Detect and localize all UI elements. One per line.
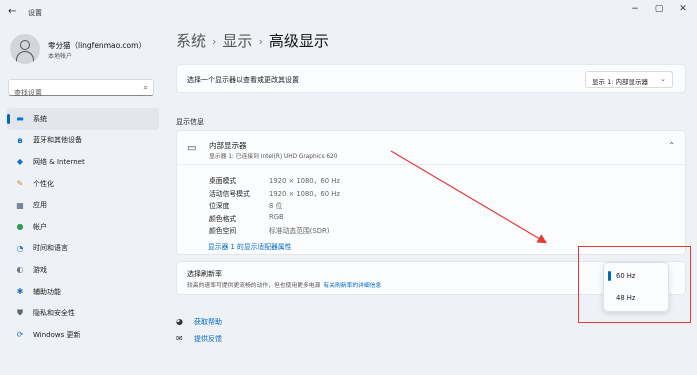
refresh-rate-description: 较高的速率可提供更流畅的动作，但也使用更多电源 有关刷新率的详细信息	[187, 280, 381, 289]
sidebar-item-label: 游戏	[33, 265, 47, 274]
sidebar-item-label: 辅助功能	[33, 287, 61, 296]
help-icon: ◕	[176, 317, 183, 326]
update-icon: ⟳	[16, 330, 24, 340]
refresh-rate-info-link[interactable]: 有关刷新率的详细信息	[323, 283, 381, 289]
sidebar-item-network[interactable]: ◆ 网络 & Internet	[7, 151, 159, 173]
display-info-header[interactable]: ▭ 内部显示器 显示器 1: 已连接到 Intel(R) UHD Graphic…	[177, 131, 685, 165]
sidebar-item-label: 个性化	[33, 179, 54, 188]
sidebar-item-personalization[interactable]: ✎ 个性化	[7, 173, 159, 195]
app-title: 设置	[28, 9, 42, 17]
sidebar-item-label: Windows 更新	[33, 330, 81, 339]
property-value: 8 位	[269, 202, 283, 210]
search-icon[interactable]: ⌕	[144, 83, 148, 93]
property-value: RGB	[269, 212, 284, 221]
sidebar-item-apps[interactable]: ▦ 应用	[7, 194, 159, 216]
display-select-value: 显示 1: 内部显示器	[592, 78, 648, 86]
globe-clock-icon: ◔	[16, 243, 24, 253]
property-name: 颜色格式	[209, 214, 237, 223]
property-row: 活动信号模式 1920 × 1080，60 Hz	[209, 188, 340, 201]
avatar-head-icon	[20, 40, 30, 50]
breadcrumb-separator: ›	[212, 35, 217, 48]
display-adapter-properties-link[interactable]: 显示器 1 的显示适配器属性	[208, 241, 291, 251]
property-name: 位深度	[209, 202, 230, 210]
display-select-dropdown[interactable]: 显示 1: 内部显示器 ⌄	[585, 71, 673, 88]
bluetooth-icon: ʙ	[17, 135, 23, 145]
title-bar: ← 设置 − ▢ ✕	[0, 0, 697, 26]
avatar	[10, 34, 40, 64]
display-selector-label: 选择一个显示器以查看或更改其设置	[187, 76, 299, 84]
property-name: 桌面模式	[209, 177, 237, 185]
display-name: 内部显示器	[209, 141, 247, 150]
accessibility-icon: ✱	[16, 287, 24, 297]
property-value: 标准动态范围(SDR)	[269, 227, 330, 235]
feedback-label: 提供反馈	[194, 334, 222, 343]
sidebar-item-system[interactable]: ▬ 系统	[7, 108, 159, 130]
sidebar-item-privacy[interactable]: ⛊ 隐私和安全性	[7, 302, 159, 324]
display-selector-card: 选择一个显示器以查看或更改其设置 显示 1: 内部显示器 ⌄	[176, 64, 686, 93]
feedback-link[interactable]: ✉ 提供反馈	[176, 330, 222, 347]
display-subtitle: 显示器 1: 已连接到 Intel(R) UHD Graphics 620	[209, 154, 338, 160]
sidebar: 零分猫（lingfenmao.com） 本地帐户 ⌕ ▬ 系统 ʙ 蓝牙和其他设…	[0, 26, 168, 375]
maximize-icon[interactable]: ▢	[648, 4, 670, 14]
sidebar-item-accessibility[interactable]: ✱ 辅助功能	[7, 281, 159, 303]
sidebar-nav: ▬ 系统 ʙ 蓝牙和其他设备 ◆ 网络 & Internet ✎ 个性化 ▦ 应…	[7, 108, 159, 346]
chevron-up-icon[interactable]: ⌃	[668, 141, 675, 150]
account-icon: ●	[16, 222, 24, 232]
apps-icon: ▦	[16, 200, 24, 210]
display-properties: 桌面模式 1920 × 1080，60 Hz 活动信号模式 1920 × 108…	[209, 175, 340, 238]
wifi-icon: ◆	[16, 157, 24, 167]
property-row: 桌面模式 1920 × 1080，60 Hz	[209, 175, 340, 188]
sidebar-item-bluetooth[interactable]: ʙ 蓝牙和其他设备	[7, 130, 159, 152]
help-links: ◕ 获取帮助 ✉ 提供反馈	[176, 313, 222, 347]
user-profile[interactable]: 零分猫（lingfenmao.com） 本地帐户	[10, 34, 160, 68]
breadcrumb: 系统 › 显示 › 高级显示	[176, 30, 329, 51]
avatar-body-icon	[16, 51, 34, 63]
breadcrumb-display[interactable]: 显示	[222, 32, 252, 50]
chevron-down-icon: ⌄	[660, 75, 666, 83]
system-icon: ▬	[16, 114, 24, 124]
get-help-link[interactable]: ◕ 获取帮助	[176, 313, 222, 330]
minimize-icon[interactable]: −	[624, 4, 646, 14]
sidebar-item-label: 蓝牙和其他设备	[33, 136, 82, 145]
property-value: 1920 × 1080，60 Hz	[269, 177, 340, 185]
gamepad-icon: ◐	[16, 265, 24, 275]
refresh-rate-description-text: 较高的速率可提供更流畅的动作，但也使用更多电源	[187, 283, 321, 289]
sidebar-item-time-language[interactable]: ◔ 时间和语言	[7, 238, 159, 260]
sidebar-item-label: 时间和语言	[33, 244, 68, 253]
sidebar-item-label: 网络 & Internet	[33, 157, 85, 166]
section-title-display-info: 显示信息	[176, 118, 204, 126]
close-icon[interactable]: ✕	[672, 4, 694, 14]
get-help-label: 获取帮助	[194, 317, 222, 326]
page-title: 高级显示	[268, 32, 329, 50]
property-row: 位深度 8 位	[209, 200, 340, 213]
sidebar-item-label: 隐私和安全性	[33, 309, 75, 318]
sidebar-item-label: 帐户	[33, 222, 47, 231]
property-name: 活动信号模式	[209, 189, 250, 198]
property-row: 颜色格式 RGB	[209, 213, 340, 226]
user-name: 零分猫（lingfenmao.com）	[48, 41, 146, 50]
brush-icon: ✎	[16, 179, 24, 189]
breadcrumb-system[interactable]: 系统	[176, 32, 206, 50]
sidebar-item-label: 系统	[33, 114, 47, 123]
refresh-rate-title: 选择刷新率	[187, 270, 222, 278]
feedback-icon: ✉	[176, 334, 183, 343]
property-value: 1920 × 1080，60 Hz	[269, 189, 340, 198]
annotation-highlight-box	[578, 246, 691, 323]
breadcrumb-separator: ›	[258, 35, 263, 48]
property-name: 颜色空间	[209, 227, 237, 235]
property-row: 颜色空间 标准动态范围(SDR)	[209, 225, 340, 238]
sidebar-item-gaming[interactable]: ◐ 游戏	[7, 259, 159, 281]
display-info-card: ▭ 内部显示器 显示器 1: 已连接到 Intel(R) UHD Graphic…	[176, 130, 686, 255]
sidebar-item-label: 应用	[33, 201, 47, 210]
account-type: 本地帐户	[48, 53, 73, 60]
search-input[interactable]	[9, 85, 129, 101]
back-arrow-icon[interactable]: ←	[8, 6, 16, 17]
search-box[interactable]: ⌕	[8, 79, 154, 101]
shield-icon: ⛊	[17, 308, 23, 318]
sidebar-item-windows-update[interactable]: ⟳ Windows 更新	[7, 324, 159, 346]
monitor-icon: ▭	[187, 143, 197, 154]
sidebar-item-accounts[interactable]: ● 帐户	[7, 216, 159, 238]
